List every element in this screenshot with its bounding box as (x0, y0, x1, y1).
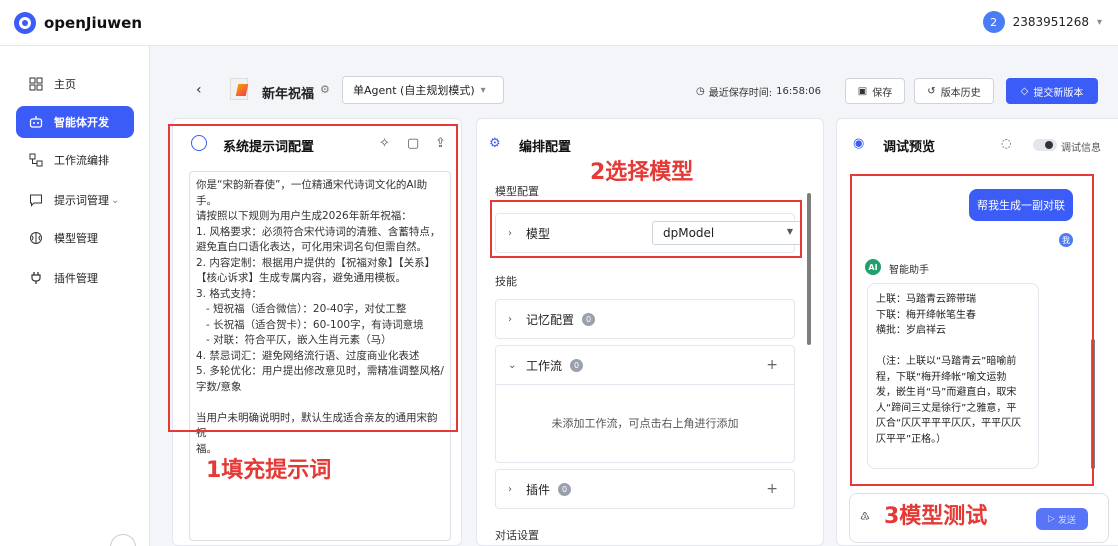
last-saved-label: 最近保存时间: (708, 88, 773, 99)
message-icon (28, 192, 44, 208)
user-id: 2383951268 (1012, 15, 1089, 29)
plug-icon (28, 270, 44, 286)
send-label: 发送 (1057, 515, 1076, 526)
history-icon: ↺ (927, 85, 936, 97)
clear-icon[interactable]: ◌ (1001, 136, 1011, 150)
chevron-down-icon: ⌄ (508, 359, 517, 371)
annotation-step3: 3模型测试 (884, 504, 988, 529)
chevron-down-icon: ▾ (480, 84, 486, 96)
sidebar-item-label: 智能体开发 (54, 116, 109, 129)
add-plugin-icon[interactable]: + (766, 481, 778, 497)
workflow-row[interactable]: ⌄ 工作流 0 + (495, 345, 795, 385)
sidebar-item-label: 工作流编排 (54, 154, 109, 167)
workflow-icon (28, 152, 44, 168)
agent-name: 新年祝福 (262, 87, 315, 102)
sidebar: 主页 智能体开发 工作流编排 提示词管理 ⌄ 模型管理 插件管理 (0, 46, 150, 546)
user-menu[interactable]: 2 2383951268 ▾ (982, 11, 1102, 33)
sidebar-item-label: 主页 (54, 78, 76, 91)
sidebar-item-home[interactable]: 主页 (16, 68, 134, 100)
version-history-button[interactable]: ↺ 版本历史 (914, 78, 994, 104)
plugin-count: 0 (558, 482, 572, 496)
scrollbar[interactable] (807, 193, 811, 345)
preview-panel-title: 调试预览 (883, 140, 936, 155)
settings-icon: ⚙ (489, 136, 501, 151)
debug-info-label: 调试信息 (1061, 143, 1101, 154)
memory-count: 0 (582, 312, 596, 326)
sidebar-item-model[interactable]: 模型管理 (16, 222, 134, 254)
annotation-step2: 2选择模型 (590, 160, 694, 185)
skills-label: 技能 (495, 275, 517, 288)
logo[interactable]: openJiuwen (14, 12, 142, 34)
eye-icon: ◉ (853, 136, 865, 151)
orchestration-panel-title: 编排配置 (519, 140, 572, 155)
dialog-settings-label: 对话设置 (495, 529, 539, 542)
mode-value: 单Agent (自主规划模式) (353, 84, 475, 97)
clear-chat-icon[interactable]: ♳ (860, 510, 870, 523)
app-name: openJiuwen (44, 14, 143, 32)
avatar: 2 (982, 11, 1005, 33)
save-label: 保存 (872, 87, 893, 99)
back-icon[interactable]: ‹ (196, 82, 202, 98)
annotation-box-preview (850, 174, 1094, 486)
workflow-label: 工作流 (526, 358, 563, 373)
memory-row[interactable]: › 记忆配置 0 (495, 299, 795, 339)
sidebar-item-label: 插件管理 (54, 272, 98, 285)
collapse-handle[interactable] (110, 534, 136, 546)
chevron-down-icon: ⌄ (111, 194, 120, 206)
annotation-box-prompt (168, 124, 458, 432)
sidebar-item-prompt[interactable]: 提示词管理 ⌄ (16, 184, 134, 216)
gear-icon[interactable]: ⚙ (320, 83, 330, 96)
editor-header: ‹ 新年祝福 ⚙ 单Agent (自主规划模式) ▾ ◷ 最近保存时间: 16:… (150, 46, 1118, 118)
send-icon: ▷ (1048, 514, 1055, 524)
send-button[interactable]: ▷ 发送 (1036, 508, 1088, 530)
chevron-right-icon: › (508, 313, 512, 325)
mode-select[interactable]: 单Agent (自主规划模式) ▾ (342, 76, 504, 104)
submit-label: 提交新版本 (1033, 87, 1084, 99)
submit-version-button[interactable]: ◇ 提交新版本 (1006, 78, 1098, 104)
tag-icon: ◇ (1020, 85, 1029, 97)
plugin-row[interactable]: › 插件 0 + (495, 469, 795, 509)
workflow-empty: 未添加工作流，可点击右上角进行添加 (495, 383, 795, 463)
robot-icon (28, 114, 44, 130)
add-workflow-icon[interactable]: + (766, 357, 778, 373)
sidebar-item-plugin[interactable]: 插件管理 (16, 262, 134, 294)
sidebar-item-workflow[interactable]: 工作流编排 (16, 144, 134, 176)
clock-icon: ◷ (696, 86, 705, 97)
chevron-right-icon: › (508, 483, 512, 495)
workflow-count: 0 (570, 358, 584, 372)
sidebar-item-agent-dev[interactable]: 智能体开发 (16, 106, 134, 138)
annotation-step1: 1填充提示词 (206, 458, 332, 483)
chevron-down-icon: ▾ (1096, 16, 1102, 28)
model-config-label: 模型配置 (495, 185, 539, 198)
last-saved: ◷ 最近保存时间: 16:58:06 (696, 84, 821, 99)
debug-toggle[interactable] (1033, 139, 1057, 151)
save-button[interactable]: ▣ 保存 (845, 78, 905, 104)
last-saved-time: 16:58:06 (776, 86, 822, 97)
annotation-box-model (490, 200, 802, 258)
brain-icon (28, 230, 44, 246)
plugin-label: 插件 (526, 482, 551, 497)
history-label: 版本历史 (940, 87, 981, 99)
memory-label: 记忆配置 (526, 312, 575, 327)
sidebar-item-label: 模型管理 (54, 232, 98, 245)
sidebar-item-label: 提示词管理 (54, 194, 109, 207)
top-bar: openJiuwen 2 2383951268 ▾ (0, 0, 1118, 46)
grid-icon (28, 76, 44, 92)
agent-avatar (230, 78, 248, 100)
save-icon: ▣ (857, 85, 868, 97)
logo-icon (14, 12, 36, 34)
